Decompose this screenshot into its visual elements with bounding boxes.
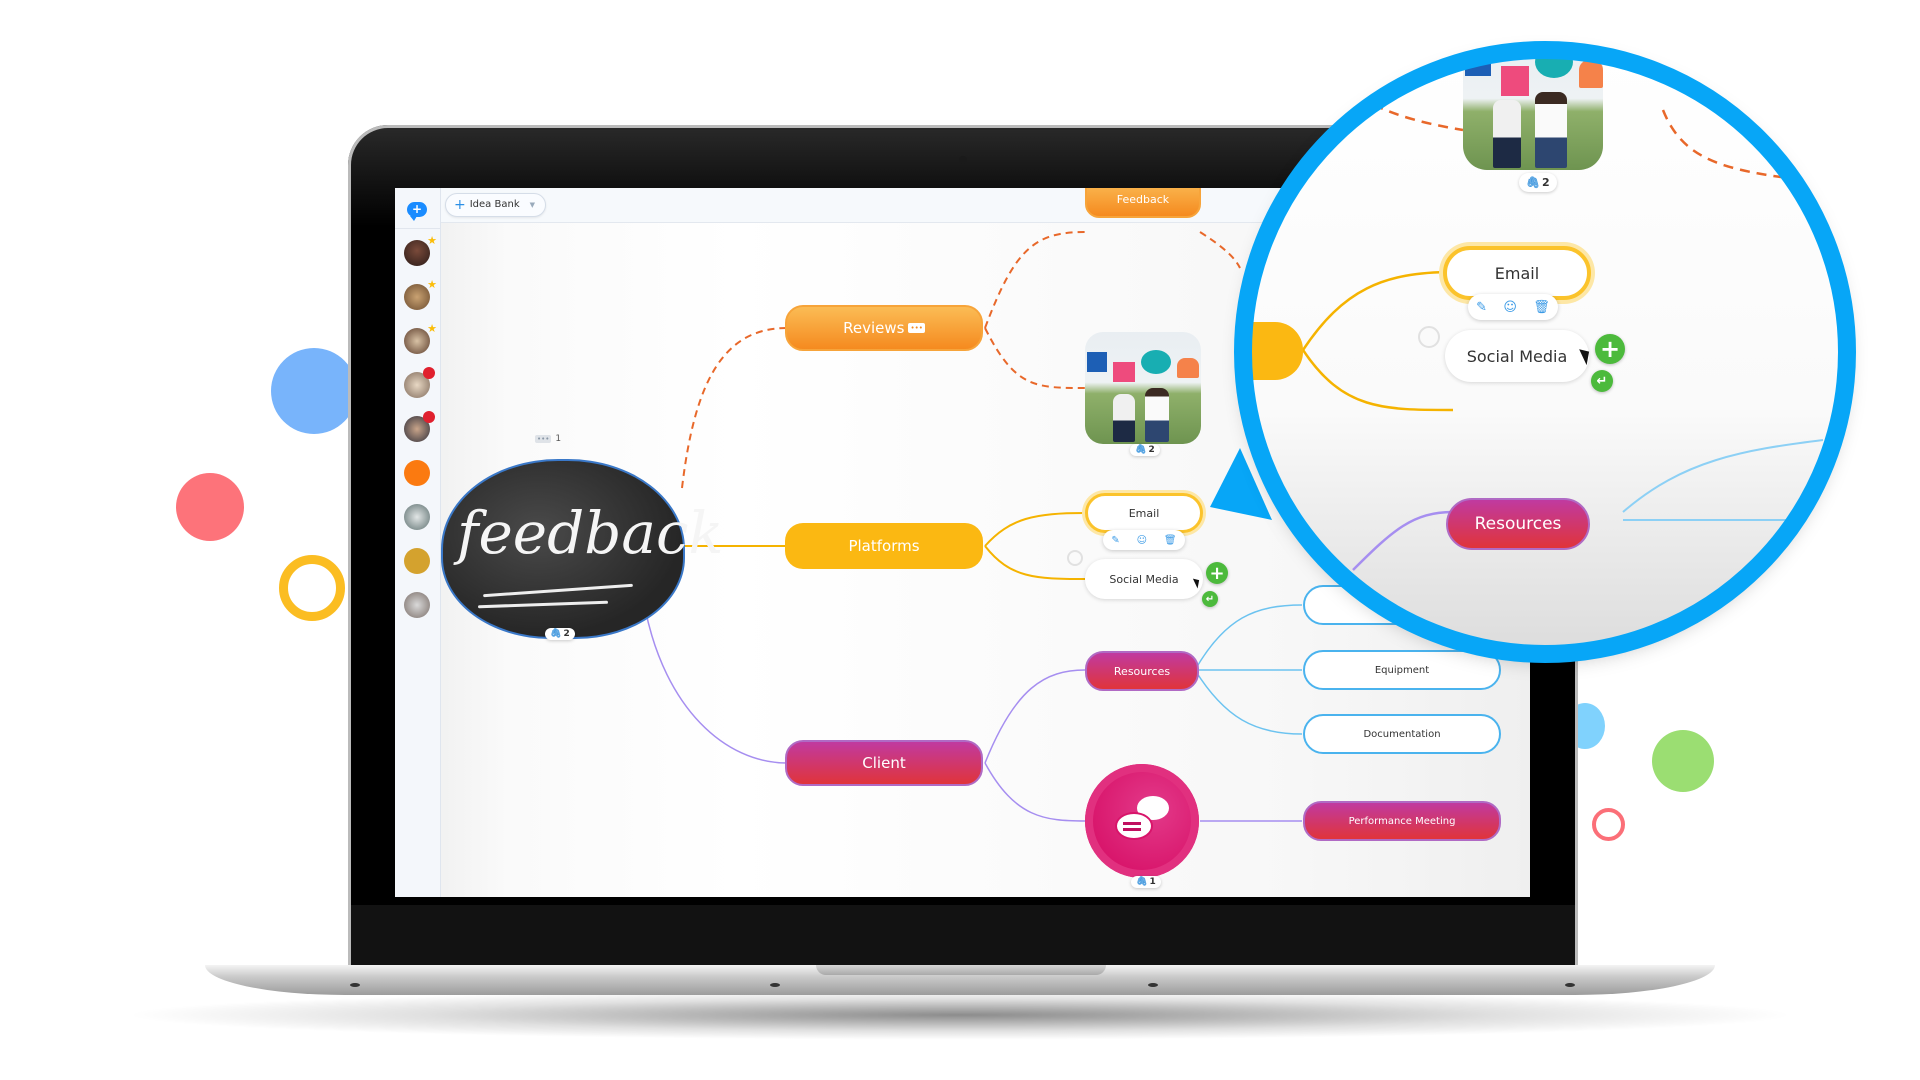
magnifier-ring [1234,41,1856,663]
